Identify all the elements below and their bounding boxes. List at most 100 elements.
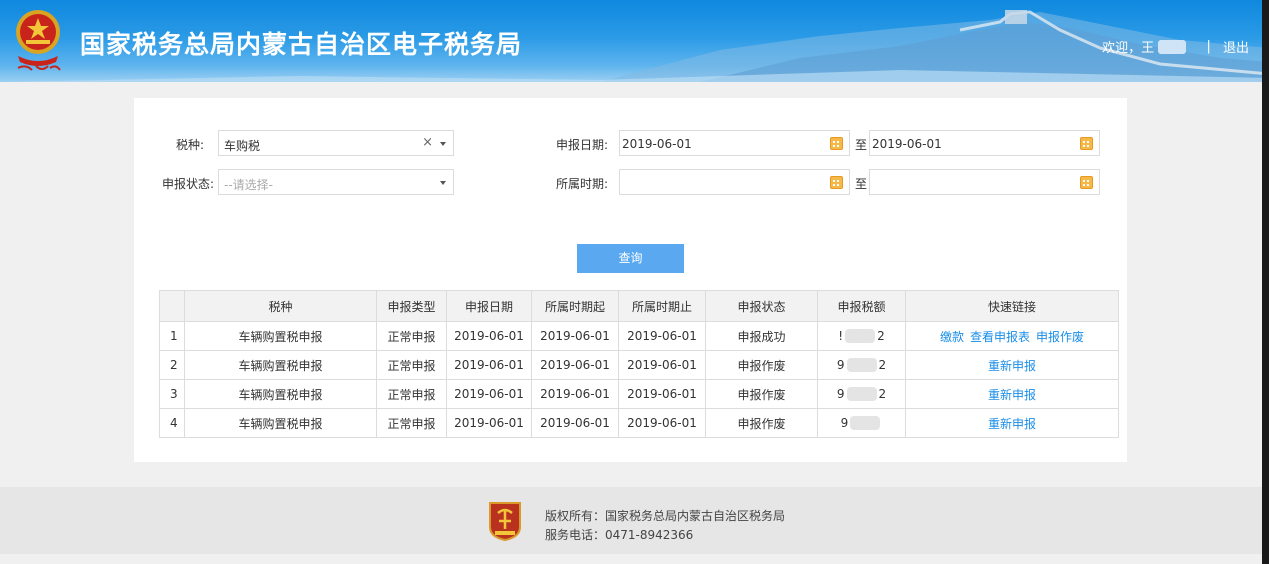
cell-type: 正常申报 xyxy=(376,408,447,438)
redacted-amount xyxy=(846,358,877,373)
amount-prefix: 9 xyxy=(836,386,845,401)
amount-prefix: 9 xyxy=(840,415,849,430)
redeclare-link[interactable]: 重新申报 xyxy=(988,417,1036,431)
amount-prefix: ! xyxy=(838,328,844,343)
cell-links: 缴款 查看申报表 申报作废 xyxy=(905,321,1119,351)
cell-type: 正常申报 xyxy=(376,321,447,351)
calendar-icon[interactable] xyxy=(1080,137,1093,150)
view-declaration-link[interactable]: 查看申报表 xyxy=(970,330,1030,344)
table-row: 2 车辆购置税申报 正常申报 2019-06-01 2019-06-01 201… xyxy=(159,350,1119,380)
cell-tax: 车辆购置税申报 xyxy=(184,321,377,351)
row-index: 2 xyxy=(159,350,185,380)
column-header xyxy=(159,290,185,322)
declare-date-end-input[interactable]: 2019-06-01 xyxy=(869,130,1100,156)
footer: 版权所有：国家税务总局内蒙古自治区税务局 服务电话：0471-8942366 xyxy=(0,487,1262,554)
cell-status: 申报作废 xyxy=(705,350,818,380)
status-label: 申报状态: xyxy=(162,177,215,191)
cell-period-end: 2019-06-01 xyxy=(618,379,706,409)
query-panel: 税种: 车购税 × 申报日期: 2019-06-01 至 2019-06-01 … xyxy=(134,98,1127,462)
period-label: 所属时期: xyxy=(556,177,609,191)
cell-period-start: 2019-06-01 xyxy=(531,408,619,438)
welcome-text: 欢迎，王 xyxy=(1102,41,1155,56)
cell-amount: 92 xyxy=(817,350,906,380)
amount-suffix: 2 xyxy=(877,328,885,343)
amount-suffix: 2 xyxy=(878,386,887,401)
redeclare-link[interactable]: 重新申报 xyxy=(988,359,1036,373)
cell-type: 正常申报 xyxy=(376,379,447,409)
header-separator: | xyxy=(1206,39,1211,54)
row-index: 1 xyxy=(159,321,185,351)
cell-date: 2019-06-01 xyxy=(446,408,532,438)
cell-tax: 车辆购置税申报 xyxy=(184,379,377,409)
results-table: 税种 申报类型 申报日期 所属时期起 所属时期止 申报状态 申报税额 快速链接 … xyxy=(159,290,1119,438)
column-header: 税种 xyxy=(184,290,377,322)
clear-icon[interactable]: × xyxy=(422,135,433,150)
cell-period-start: 2019-06-01 xyxy=(531,350,619,380)
redeclare-link[interactable]: 重新申报 xyxy=(988,388,1036,402)
column-header: 所属时期止 xyxy=(618,290,706,322)
row-index: 3 xyxy=(159,379,185,409)
vertical-scrollbar[interactable] xyxy=(1262,0,1269,564)
cell-date: 2019-06-01 xyxy=(446,379,532,409)
logout-link[interactable]: 退出 xyxy=(1223,41,1249,56)
period-range-to: 至 xyxy=(855,177,868,191)
cell-amount: ! 2 xyxy=(817,321,906,351)
amount-suffix: 2 xyxy=(878,357,887,372)
service-phone: 服务电话：0471-8942366 xyxy=(545,528,694,542)
calendar-icon[interactable] xyxy=(830,176,843,189)
tax-badge-icon xyxy=(489,502,521,541)
cell-links: 重新申报 xyxy=(905,408,1119,438)
cell-type: 正常申报 xyxy=(376,350,447,380)
column-header: 申报日期 xyxy=(446,290,532,322)
declare-date-end-value: 2019-06-01 xyxy=(872,137,942,151)
cell-amount: 92 xyxy=(817,379,906,409)
tax-type-label: 税种: xyxy=(176,138,205,152)
row-index: 4 xyxy=(159,408,185,438)
user-area: 欢迎，王 | 退出 xyxy=(1102,37,1249,56)
cell-links: 重新申报 xyxy=(905,379,1119,409)
declare-date-start-value: 2019-06-01 xyxy=(622,137,692,151)
redacted-amount xyxy=(850,416,881,431)
tax-type-value: 车购税 xyxy=(224,139,261,153)
site-title: 国家税务总局内蒙古自治区电子税务局 xyxy=(80,30,523,59)
chevron-down-icon[interactable] xyxy=(440,142,446,146)
amount-prefix: 9 xyxy=(836,357,845,372)
column-header: 快速链接 xyxy=(905,290,1119,322)
declare-date-label: 申报日期: xyxy=(556,138,609,152)
cell-period-end: 2019-06-01 xyxy=(618,350,706,380)
declare-date-start-input[interactable]: 2019-06-01 xyxy=(619,130,850,156)
cell-links: 重新申报 xyxy=(905,350,1119,380)
tax-type-select[interactable]: 车购税 × xyxy=(218,130,454,156)
cell-tax: 车辆购置税申报 xyxy=(184,408,377,438)
calendar-icon[interactable] xyxy=(1080,176,1093,189)
redacted-amount xyxy=(845,329,876,344)
table-row: 4 车辆购置税申报 正常申报 2019-06-01 2019-06-01 201… xyxy=(159,408,1119,438)
cell-status: 申报作废 xyxy=(705,379,818,409)
column-header: 申报税额 xyxy=(817,290,906,322)
footer-text: 版权所有：国家税务总局内蒙古自治区税务局 服务电话：0471-8942366 xyxy=(545,507,785,545)
column-header: 申报类型 xyxy=(376,290,447,322)
cell-date: 2019-06-01 xyxy=(446,321,532,351)
column-header: 所属时期起 xyxy=(531,290,619,322)
status-placeholder: --请选择- xyxy=(224,178,273,192)
copyright-text: 版权所有：国家税务总局内蒙古自治区税务局 xyxy=(545,509,786,523)
table-row: 1 车辆购置税申报 正常申报 2019-06-01 2019-06-01 201… xyxy=(159,321,1119,351)
scrollbar-thumb[interactable] xyxy=(1262,0,1269,564)
period-start-input[interactable] xyxy=(619,169,850,195)
cell-period-start: 2019-06-01 xyxy=(531,379,619,409)
table-row: 3 车辆购置税申报 正常申报 2019-06-01 2019-06-01 201… xyxy=(159,379,1119,409)
void-declaration-link[interactable]: 申报作废 xyxy=(1036,330,1084,344)
period-end-input[interactable] xyxy=(869,169,1100,195)
cell-period-start: 2019-06-01 xyxy=(531,321,619,351)
cell-status: 申报成功 xyxy=(705,321,818,351)
column-header: 申报状态 xyxy=(705,290,818,322)
status-select[interactable]: --请选择- xyxy=(218,169,454,195)
chevron-down-icon[interactable] xyxy=(440,181,446,185)
pay-link[interactable]: 缴款 xyxy=(940,330,964,344)
cell-period-end: 2019-06-01 xyxy=(618,321,706,351)
query-button[interactable]: 查询 xyxy=(577,244,684,273)
date-range-to: 至 xyxy=(855,138,868,152)
cell-period-end: 2019-06-01 xyxy=(618,408,706,438)
calendar-icon[interactable] xyxy=(830,137,843,150)
cell-tax: 车辆购置税申报 xyxy=(184,350,377,380)
